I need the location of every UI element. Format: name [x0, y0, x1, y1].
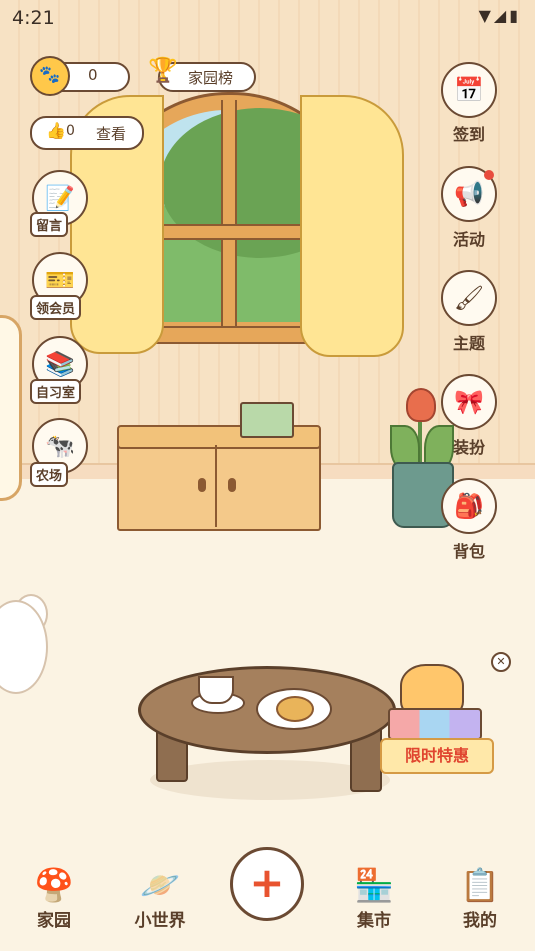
nav-market[interactable]: 🏪 集市 — [334, 866, 414, 931]
nav-world[interactable]: 🪐 小世界 — [120, 866, 200, 931]
coin-value: 0 — [88, 66, 98, 84]
cookie[interactable] — [276, 696, 314, 722]
battery-icon: ▮ — [509, 6, 521, 25]
like-value: 0 — [66, 123, 75, 139]
mushroom-house-icon: 🍄 — [34, 866, 74, 904]
nav-market-label: 集市 — [357, 911, 391, 931]
gift-boxes-icon[interactable] — [388, 708, 482, 740]
message-board-label: 留言 — [30, 212, 69, 237]
planet-icon: 🪐 — [140, 866, 180, 904]
add-button[interactable]: + — [230, 847, 304, 921]
message-board-icon: 📝 — [45, 184, 75, 212]
dress-up-label: 装扮 — [452, 438, 485, 457]
bow-icon: 🎀 — [454, 388, 484, 416]
checkin-button[interactable]: 📅 — [441, 62, 497, 118]
nav-world-label: 小世界 — [134, 911, 186, 931]
window-mullion-vertical — [221, 100, 237, 328]
profile-card-icon: 📋 — [460, 866, 500, 904]
nav-home[interactable]: 🍄 家园 — [14, 866, 94, 931]
status-time: 4:21 — [12, 7, 55, 29]
trophy-icon: 🏆 — [148, 56, 178, 84]
wifi-icon: ▼ — [478, 6, 494, 25]
theme-label: 主题 — [452, 334, 485, 353]
shop-icon: 🏪 — [354, 866, 394, 904]
backpack-label: 背包 — [452, 542, 485, 561]
vip-card-icon: 🎫 — [45, 266, 75, 294]
mirror[interactable] — [0, 315, 22, 501]
study-room-icon: 📚 — [45, 350, 75, 378]
cabinet-divider — [215, 445, 217, 527]
signal-icon: ◢ — [493, 6, 510, 25]
farm-label: 农场 — [30, 462, 69, 487]
status-icons: ▼◢▮ — [479, 6, 521, 25]
cabinet-knob — [228, 478, 236, 492]
paint-roller-icon: 🖌 — [453, 284, 485, 312]
paw-coin-icon: 🐾 — [30, 56, 70, 96]
coffee-cup[interactable] — [198, 676, 234, 704]
curtain-right — [300, 95, 404, 357]
cabinet[interactable] — [117, 443, 321, 531]
tulip-flower — [406, 388, 436, 422]
home-ranking-label: 家园榜 — [188, 69, 234, 87]
backpack-button[interactable]: 🎒 — [441, 478, 497, 534]
view-likes-link[interactable]: 查看 — [96, 123, 126, 144]
close-icon[interactable]: ✕ — [491, 652, 511, 672]
nav-mine-label: 我的 — [463, 911, 497, 931]
backpack-icon: 🎒 — [454, 492, 484, 520]
limited-offer-banner[interactable]: 限时特惠 — [380, 738, 494, 774]
theme-button[interactable]: 🖌 — [441, 270, 497, 326]
megaphone-icon: 📢 — [454, 180, 484, 208]
books[interactable] — [240, 402, 294, 438]
checkin-label: 签到 — [452, 125, 485, 144]
notification-dot — [484, 170, 494, 180]
vip-label: 领会员 — [30, 295, 82, 320]
thumb-icon: 👍 — [46, 121, 66, 140]
calendar-icon: 📅 — [454, 76, 484, 104]
study-room-label: 自习室 — [30, 379, 82, 404]
nav-home-label: 家园 — [37, 911, 71, 931]
nav-mine[interactable]: 📋 我的 — [440, 866, 520, 931]
activity-label: 活动 — [452, 230, 485, 249]
dress-up-button[interactable]: 🎀 — [441, 374, 497, 430]
cabinet-knob — [198, 478, 206, 492]
farm-icon: 🐄 — [45, 432, 75, 460]
